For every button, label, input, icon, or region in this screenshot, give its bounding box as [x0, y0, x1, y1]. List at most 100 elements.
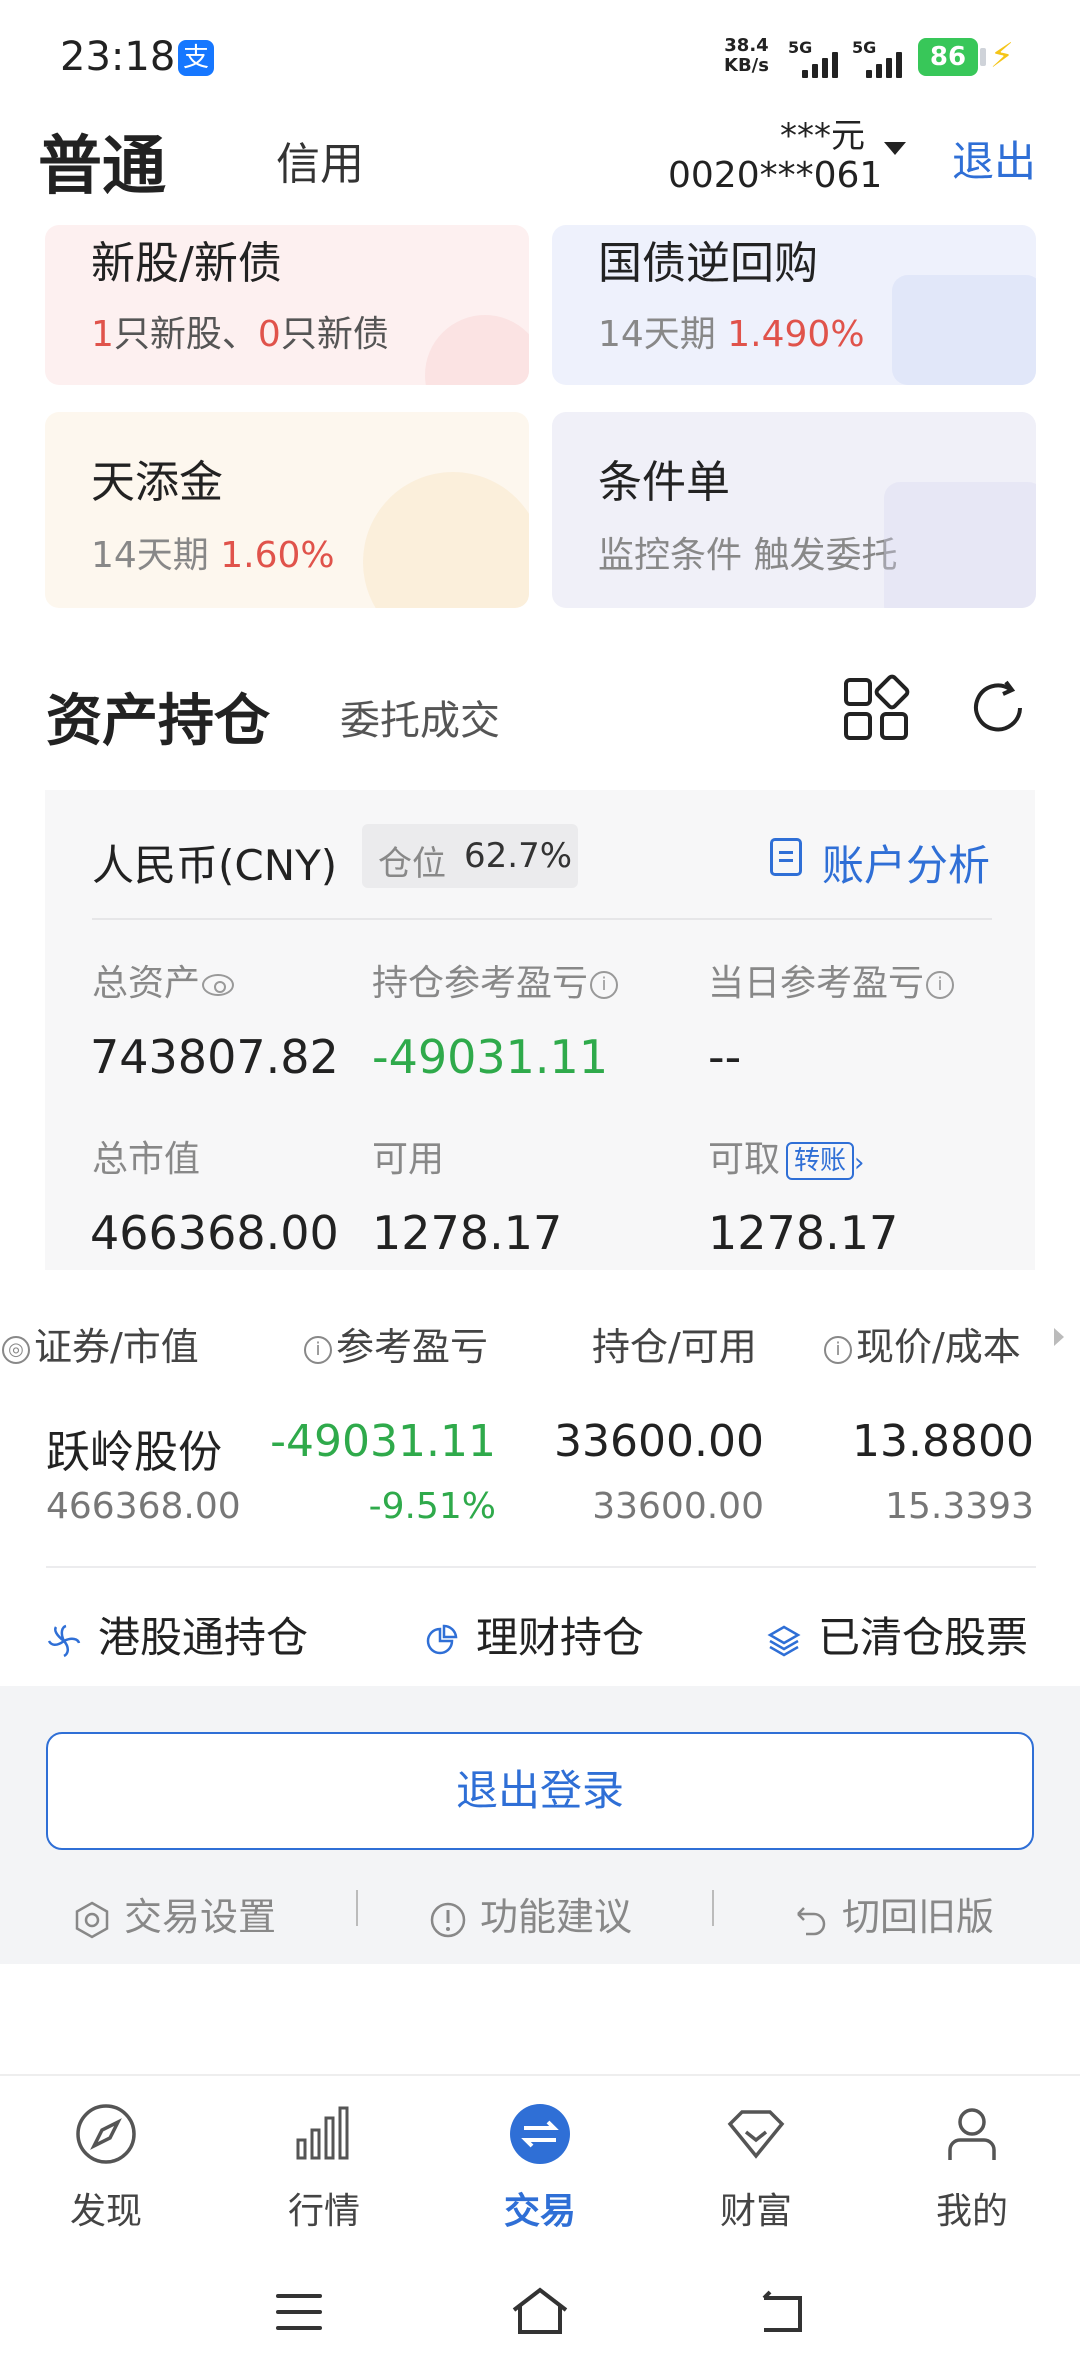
bauhinia-icon — [47, 1624, 81, 1657]
net-speed-unit: KB/s — [724, 55, 769, 76]
total-asset-value: 743807.82 — [90, 1030, 339, 1084]
undo-icon — [797, 1906, 826, 1935]
total-asset-label[interactable]: 总资产 — [92, 954, 235, 1006]
tab-mine[interactable]: 我的 — [902, 2102, 1042, 2234]
menu-icon[interactable] — [276, 2294, 322, 2330]
exchange-icon — [510, 2104, 570, 2164]
day-pnl-label: 当日参考盈亏 i — [708, 954, 955, 1006]
ttj-desc: 14天期 1.60% — [91, 535, 335, 576]
net-speed-value: 38.4 — [724, 35, 769, 56]
layers-icon — [767, 1625, 801, 1656]
position-label: 仓位 — [378, 844, 446, 884]
separator — [712, 1890, 714, 1926]
stock-pnl: -49031.11 — [270, 1416, 496, 1467]
feature-suggestion-link[interactable]: 功能建议 — [428, 1886, 632, 1941]
document-icon[interactable] — [770, 838, 802, 876]
stock-position: 33600.00 — [554, 1416, 764, 1467]
available-label: 可用 — [372, 1139, 445, 1180]
currency-label: 人民币(CNY) — [92, 841, 338, 890]
home-icon[interactable] — [510, 2286, 570, 2336]
stock-pnl-pct: -9.51% — [368, 1486, 496, 1527]
available-value: 1278.17 — [372, 1206, 563, 1260]
signal2-label: 5G — [852, 38, 877, 57]
sort-icon[interactable]: ◎ — [2, 1335, 30, 1364]
net-speed: 38.4 KB/s — [724, 36, 769, 76]
position-value: 62.7% — [464, 836, 573, 876]
tab-wealth[interactable]: 财富 — [686, 2102, 826, 2234]
diamond-icon — [727, 2110, 785, 2159]
market-value-label: 总市值 — [92, 1139, 201, 1180]
signal-icon: 5G — [788, 38, 848, 78]
tab-label: 发现 — [69, 2191, 142, 2232]
conditional-order-card[interactable]: 条件单 监控条件 触发委托 — [552, 412, 1036, 608]
col-pnl[interactable]: i 参考盈亏 — [304, 1316, 488, 1371]
info-icon[interactable]: i — [590, 971, 619, 999]
ipo-desc: 1只新股、0只新债 — [91, 314, 389, 355]
caret-down-icon[interactable] — [884, 142, 906, 155]
account-amount[interactable]: ***元 — [780, 108, 865, 157]
tab-market[interactable]: 行情 — [254, 2102, 394, 2234]
tab-orders-trades[interactable]: 委托成交 — [340, 688, 500, 746]
pie-chart-icon — [426, 1624, 458, 1654]
chevron-right-icon[interactable]: › — [854, 1148, 864, 1178]
switch-old-version-link[interactable]: 切回旧版 — [790, 1886, 994, 1941]
cond-title: 条件单 — [598, 457, 730, 508]
tab-trade[interactable]: 交易 — [470, 2102, 610, 2234]
tab-credit-account[interactable]: 信用 — [276, 128, 364, 192]
ipo-card[interactable]: 新股/新债 1只新股、0只新债 — [45, 225, 529, 385]
charging-icon: ⚡ — [990, 36, 1014, 76]
col-price[interactable]: i 现价/成本 — [824, 1316, 1021, 1371]
stock-cost: 15.3393 — [885, 1486, 1034, 1527]
cond-desc: 监控条件 触发委托 — [598, 535, 898, 576]
col-security[interactable]: ◎ 证券/市值 — [2, 1316, 199, 1371]
alert-icon — [430, 1902, 466, 1937]
day-pnl-value: -- — [708, 1030, 742, 1084]
wealth-holdings-link[interactable]: 理财持仓 — [424, 1604, 644, 1665]
hold-pnl-value: -49031.11 — [372, 1030, 609, 1084]
col-position[interactable]: 持仓/可用 — [592, 1316, 757, 1371]
account-number[interactable]: 0020***061 — [668, 155, 882, 196]
compass-icon — [76, 2104, 136, 2164]
tab-label: 行情 — [287, 2191, 360, 2232]
scroll-right-icon[interactable] — [1054, 1328, 1064, 1346]
market-value: 466368.00 — [90, 1206, 339, 1260]
signal1-label: 5G — [788, 38, 813, 57]
repo-title: 国债逆回购 — [598, 238, 818, 289]
status-time: 23:18 — [60, 34, 176, 80]
repo-card[interactable]: 国债逆回购 14天期 1.490% — [552, 225, 1036, 385]
divider — [46, 1566, 1036, 1568]
divider — [92, 918, 992, 920]
stock-available: 33600.00 — [592, 1486, 764, 1527]
withdrawable-value: 1278.17 — [708, 1206, 899, 1260]
hold-pnl-label: 持仓参考盈亏 i — [372, 954, 619, 1006]
stock-market-value: 466368.00 — [46, 1486, 241, 1527]
tab-assets-positions[interactable]: 资产持仓 — [46, 676, 270, 757]
info-icon[interactable]: i — [824, 1335, 852, 1364]
info-icon[interactable]: i — [304, 1335, 332, 1364]
stock-price: 13.8800 — [852, 1416, 1034, 1467]
signal-icon: 5G — [852, 38, 912, 78]
tab-normal-account[interactable]: 普通 — [38, 115, 166, 207]
hk-connect-holdings-link[interactable]: 港股通持仓 — [46, 1604, 308, 1665]
eye-icon[interactable] — [202, 974, 235, 996]
ttj-title: 天添金 — [91, 457, 223, 508]
back-icon[interactable] — [756, 2290, 806, 2334]
battery-tip — [980, 48, 986, 66]
trade-settings-link[interactable]: 交易设置 — [72, 1886, 276, 1941]
logout-button[interactable]: 退出登录 — [46, 1732, 1034, 1850]
logout-link[interactable]: 退出 — [952, 128, 1036, 189]
withdrawable-label: 可取 转账 › — [708, 1139, 865, 1180]
tab-discover[interactable]: 发现 — [36, 2102, 176, 2234]
settings-icon — [75, 1901, 109, 1938]
transfer-button[interactable]: 转账 — [786, 1142, 855, 1180]
bar-chart-icon — [296, 2106, 349, 2160]
ttj-card[interactable]: 天添金 14天期 1.60% — [45, 412, 529, 608]
refresh-icon[interactable] — [966, 676, 1030, 740]
tab-label: 交易 — [503, 2191, 576, 2232]
info-icon[interactable]: i — [926, 971, 955, 999]
cleared-stocks-link[interactable]: 已清仓股票 — [766, 1604, 1028, 1665]
tab-label: 我的 — [935, 2191, 1008, 2232]
position-ratio-badge: 仓位 62.7% — [362, 824, 578, 888]
account-analysis-link[interactable]: 账户分析 — [822, 832, 990, 893]
grid-icon[interactable] — [842, 674, 910, 742]
